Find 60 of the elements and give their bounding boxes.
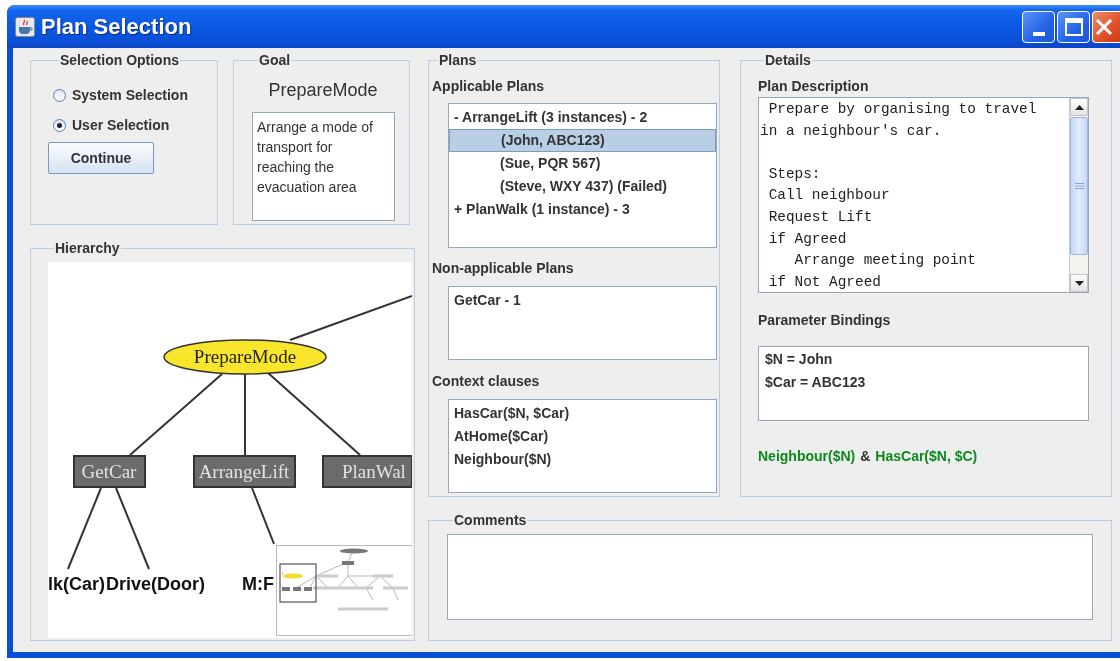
continue-button[interactable]: Continue [48, 142, 154, 174]
radio-label: System Selection [72, 87, 188, 103]
panel-title: Comments [453, 512, 528, 528]
minimize-button[interactable] [1022, 10, 1055, 43]
connector-line [251, 487, 275, 545]
list-item[interactable]: GetCar - 1 [449, 289, 716, 312]
applicable-plans-list[interactable]: - ArrangeLift (3 instances) - 2 (John, ABC123) (Sue, PQR 567) (Steve, WXY 437) (Failed) + PlanWalk (1 instance) - 3 [448, 103, 717, 248]
goal-node: PrepareMode [163, 339, 327, 375]
clause-text: HasCar($N, $Car) [453, 404, 571, 423]
description-area[interactable]: Prepare by organising to travel in a neighbour's car. Steps: Call neighbour Request Lift if Agreed Arrange meeting point if Not Agreed [758, 97, 1089, 293]
binding-text: $N = John [764, 350, 834, 369]
scroll-down-button[interactable] [1070, 274, 1088, 292]
panel-title: Selection Options [59, 52, 180, 68]
section-heading: Context clauses [432, 373, 541, 390]
maximize-button[interactable] [1057, 10, 1090, 43]
list-item[interactable]: (Sue, PQR 567) [449, 152, 716, 175]
list-item[interactable]: (Steve, WXY 437) (Failed) [449, 175, 716, 198]
close-button[interactable] [1092, 10, 1120, 43]
radio-button[interactable] [53, 88, 66, 102]
panel-title: Plans [438, 52, 478, 68]
non-applicable-plans-list[interactable]: GetCar - 1 [448, 286, 717, 360]
minimize-icon [1032, 31, 1045, 36]
condition-operator: & [860, 448, 871, 464]
plan-node: GetCar [73, 455, 146, 488]
maximize-icon [1064, 17, 1083, 36]
binding-text: $Car = ABC123 [764, 373, 867, 392]
goal-name: PrepareMode [267, 80, 379, 102]
plan-node: ArrangeLift [193, 455, 296, 488]
radio-label: User Selection [72, 117, 170, 133]
action-label: M:F [242, 574, 274, 594]
clause-text: Neighbour($N) [453, 450, 553, 469]
panel-title: Details [764, 52, 812, 68]
list-item[interactable]: - ArrangeLift (3 instances) - 2 [449, 106, 716, 129]
cup-icon [15, 16, 35, 37]
scrollbar[interactable] [1069, 98, 1088, 292]
radio-button[interactable] [53, 118, 66, 132]
condition-clause: Neighbour($N) [758, 448, 856, 464]
list-item[interactable]: (John, ABC123) [449, 129, 716, 152]
panel-title: Hierarchy [54, 241, 121, 256]
scroll-up-button[interactable] [1070, 98, 1088, 116]
section-heading: Applicable Plans [432, 78, 546, 95]
close-icon [1095, 17, 1113, 36]
plan-node: PlanWal [322, 455, 412, 488]
description-text: Prepare by organising to travel in a neighbour's car. Steps: Call neighbour Request Lift if Agreed Arrange meeting point if Not Agreed [759, 100, 1038, 292]
list-item[interactable]: + PlanWalk (1 instance) - 3 [449, 198, 716, 221]
section-heading: Non-applicable Plans [432, 260, 575, 277]
panel-title: Goal [258, 52, 292, 68]
up-arrow-icon [1074, 104, 1084, 110]
down-arrow-icon [1074, 280, 1084, 286]
grip-icon [1074, 183, 1084, 189]
comments-field[interactable] [447, 534, 1093, 620]
section-heading: Parameter Bindings [758, 312, 892, 329]
clause-text: AtHome($Car) [453, 427, 550, 446]
action-label: Drive(Door) [106, 574, 205, 594]
window-title: Plan Selection [41, 13, 193, 40]
condition-clause: HasCar($N, $C) [875, 448, 978, 464]
section-heading: Plan Description [758, 78, 870, 95]
goal-description: Arrange a mode of transport for reaching the evacuation area [252, 112, 395, 221]
scroll-thumb[interactable] [1070, 117, 1088, 255]
action-label: lk(Car) [48, 574, 105, 594]
